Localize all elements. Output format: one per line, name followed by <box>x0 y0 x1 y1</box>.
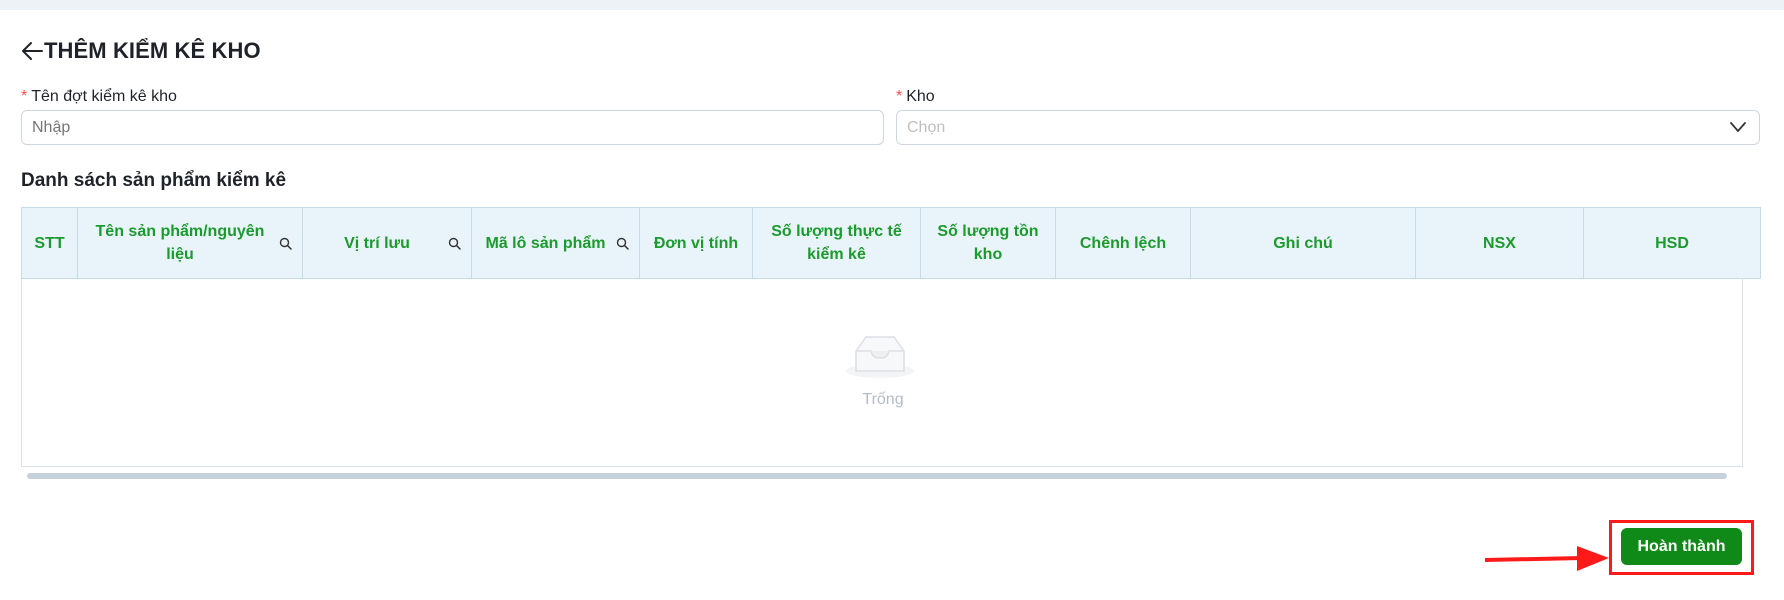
red-arrow-annotation <box>1484 546 1609 571</box>
search-icon[interactable] <box>616 237 629 250</box>
col-header-label: HSD <box>1655 234 1689 252</box>
col-header-difference: Chênh lệch <box>1056 208 1191 278</box>
col-header-unit: Đơn vị tính <box>640 208 753 278</box>
col-header-location: Vị trí lưu <box>303 208 472 278</box>
required-mark: * <box>896 88 903 105</box>
empty-inbox-icon <box>846 336 914 378</box>
col-header-batch-code: Mã lô sản phẩm <box>472 208 640 278</box>
section-title: Danh sách sản phẩm kiểm kê <box>21 170 287 191</box>
table-header: STT Tên sản phẩm/nguyên liệu Vị trí lưu … <box>21 207 1761 279</box>
col-header-label: Vị trí lưu <box>344 234 410 252</box>
col-header-label: Đơn vị tính <box>653 234 739 252</box>
col-header-mfg-date: NSX <box>1416 208 1584 278</box>
inventory-table: STT Tên sản phẩm/nguyên liệu Vị trí lưu … <box>21 207 1761 487</box>
warehouse-select[interactable]: Chọn <box>896 110 1760 145</box>
col-header-label: Tên sản phẩm/nguyên liệu <box>95 223 265 263</box>
col-header-product-name: Tên sản phẩm/nguyên liệu <box>78 208 303 278</box>
horizontal-scrollbar[interactable] <box>27 473 1727 479</box>
table-body-empty: Trống <box>21 279 1743 467</box>
col-header-label: Ghi chú <box>1273 234 1333 252</box>
done-button[interactable]: Hoàn thành <box>1621 528 1742 565</box>
col-header-actual-qty: Số lượng thực tế kiểm kê <box>753 208 921 278</box>
col-header-label: Mã lô sản phẩm <box>485 234 606 252</box>
col-header-label: Chênh lệch <box>1079 234 1167 252</box>
page-header: THÊM KIỂM KÊ KHO <box>20 38 261 64</box>
name-field-label-text: Tên đợt kiểm kê kho <box>31 88 177 105</box>
warehouse-select-placeholder: Chọn <box>907 119 946 136</box>
warehouse-field-label: * Kho <box>896 88 935 106</box>
col-header-label: STT <box>34 234 65 252</box>
arrow-left-icon[interactable] <box>20 39 44 63</box>
col-header-stt: STT <box>22 208 78 278</box>
chevron-down-icon <box>1730 122 1746 132</box>
search-icon[interactable] <box>279 237 292 250</box>
col-header-stock-qty: Số lượng tồn kho <box>921 208 1056 278</box>
col-header-label: Số lượng tồn kho <box>937 223 1039 263</box>
warehouse-field-label-text: Kho <box>906 88 935 105</box>
col-header-label: Số lượng thực tế kiểm kê <box>771 223 902 263</box>
empty-text: Trống <box>862 391 904 408</box>
campaign-name-input[interactable] <box>21 110 884 145</box>
search-icon[interactable] <box>448 237 461 250</box>
page-title: THÊM KIỂM KÊ KHO <box>44 38 261 63</box>
col-header-exp-date: HSD <box>1584 208 1760 278</box>
col-header-note: Ghi chú <box>1191 208 1416 278</box>
col-header-label: NSX <box>1483 234 1516 252</box>
required-mark: * <box>21 88 28 105</box>
name-field-label: * Tên đợt kiểm kê kho <box>21 88 177 106</box>
